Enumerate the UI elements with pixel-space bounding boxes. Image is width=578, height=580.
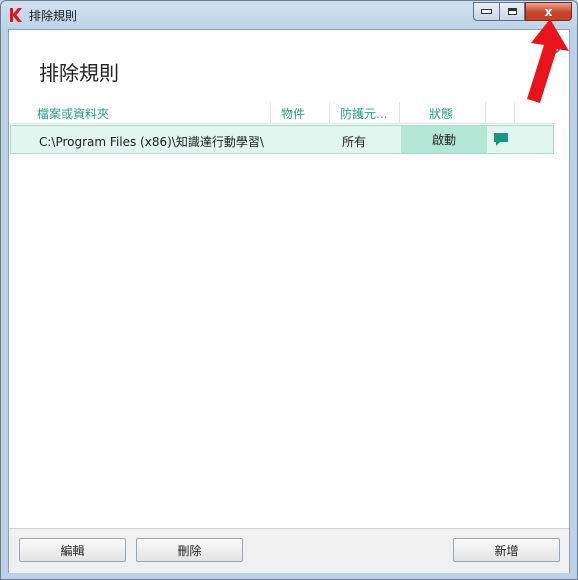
- close-icon: x: [544, 4, 553, 19]
- column-header-protection[interactable]: 防護元...: [340, 105, 387, 122]
- delete-button[interactable]: 刪除: [136, 538, 243, 562]
- minimize-icon: [481, 9, 492, 14]
- footer-bar: 編輯 刪除 新增: [9, 528, 569, 573]
- column-header-path[interactable]: 檔案或資料夾: [37, 105, 109, 122]
- add-button[interactable]: 新增: [453, 538, 560, 562]
- edit-button[interactable]: 編輯: [19, 538, 126, 562]
- column-header-object[interactable]: 物件: [281, 105, 305, 122]
- title-bar[interactable]: 排除規則 x: [1, 1, 577, 29]
- kaspersky-k-icon: [10, 8, 22, 22]
- column-divider[interactable]: [329, 102, 330, 124]
- minimize-button[interactable]: [473, 2, 500, 21]
- column-divider[interactable]: [270, 102, 271, 124]
- table-header: 檔案或資料夾 物件 防護元... 狀態: [9, 101, 555, 124]
- window-title: 排除規則: [29, 9, 78, 23]
- page-title: 排除規則: [39, 61, 119, 85]
- row-protection: 所有: [342, 135, 367, 149]
- main-panel: 排除規則 檔案或資料夾 物件 防護元... 狀態 C:\Program File…: [8, 29, 570, 573]
- comment-icon[interactable]: [493, 132, 509, 147]
- app-window: 排除規則 x 排除規則 檔案或資料夾 物件 防護元... 狀態 C:\Progr…: [0, 0, 578, 580]
- row-status-label: 啟動: [431, 133, 456, 147]
- table-row[interactable]: C:\Program Files (x86)\知識達行動學習\ 所有 啟動: [10, 125, 554, 154]
- maximize-icon: [507, 8, 517, 15]
- column-divider[interactable]: [399, 102, 400, 124]
- column-divider[interactable]: [514, 102, 515, 124]
- row-path: C:\Program Files (x86)\知識達行動學習\: [39, 135, 264, 149]
- column-divider[interactable]: [485, 102, 486, 124]
- red-arrow-annotation: [527, 19, 569, 103]
- row-status[interactable]: 啟動: [401, 126, 487, 153]
- column-header-status[interactable]: 狀態: [429, 105, 453, 122]
